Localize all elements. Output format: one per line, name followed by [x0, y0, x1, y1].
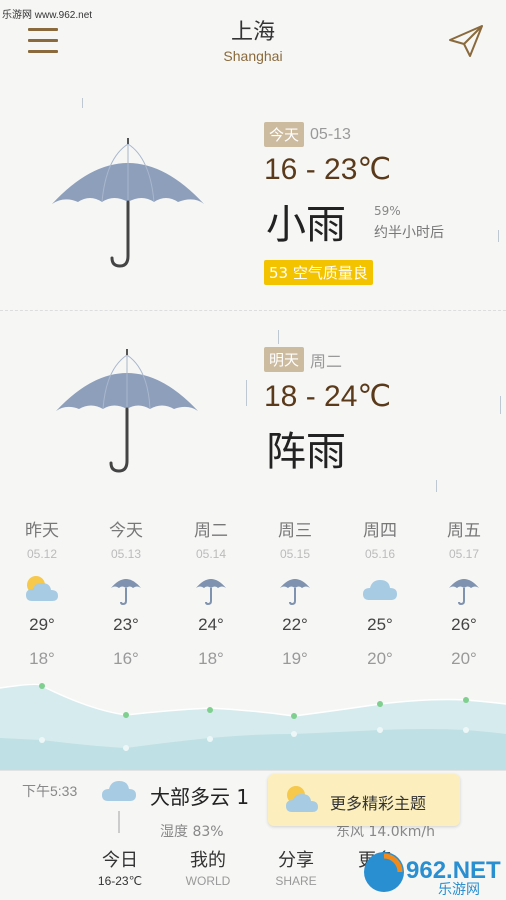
hourly-time: 下午5:33	[22, 783, 78, 799]
today-condition: 小雨	[266, 202, 346, 248]
temperature-wave	[0, 683, 506, 770]
forecast-high: 26°	[451, 615, 477, 634]
forecast-day-date: 05.15	[279, 547, 311, 561]
forecast-low: 18°	[29, 649, 55, 668]
umbrella-icon	[449, 579, 479, 606]
forecast-day[interactable]: 周二 05.14 24° 18°	[176, 516, 246, 669]
forecast-low: 18°	[198, 649, 224, 668]
rain-streak	[278, 330, 279, 344]
aqi-badge[interactable]: 53 空气质量良	[264, 260, 373, 285]
header: 上海 Shanghai	[0, 0, 506, 80]
partly-cloudy-icon	[26, 576, 58, 601]
tomorrow-card[interactable]: 明天 周二 18 - 24℃ 阵雨	[0, 310, 506, 510]
forecast-day[interactable]: 周三 05.15 22° 19°	[260, 516, 330, 669]
forecast-high: 25°	[367, 615, 393, 634]
nav-share[interactable]: 分享 SHARE	[256, 846, 336, 888]
nav-sublabel: SHARE	[275, 874, 317, 888]
forecast-day-name: 周二	[194, 521, 228, 541]
today-tag: 今天	[264, 122, 305, 147]
forecast-day-date: 05.14	[195, 547, 227, 561]
today-rain-time: 约半小时后	[374, 225, 444, 241]
umbrella-icon	[111, 579, 141, 606]
partly-cloudy-icon	[286, 786, 318, 812]
nav-label: 今日	[102, 850, 138, 871]
rain-streak	[82, 98, 83, 108]
more-themes-popup[interactable]: 更多精彩主题	[268, 774, 460, 826]
today-date: 05-13	[310, 125, 351, 143]
forecast-day-name: 周四	[363, 521, 397, 541]
nav-world[interactable]: 我的 WORLD	[168, 846, 248, 888]
forecast-day-date: 05.12	[26, 547, 58, 561]
forecast-day-name: 周三	[278, 521, 312, 541]
umbrella-icon	[52, 138, 204, 268]
tomorrow-weekday: 周二	[310, 353, 343, 371]
nav-today[interactable]: 今日 16-23℃	[80, 846, 160, 888]
forecast-low: 20°	[451, 649, 477, 668]
rain-streak	[436, 480, 437, 492]
forecast-high: 23°	[113, 615, 139, 634]
logo-sub: 乐游网	[438, 882, 480, 898]
tomorrow-condition: 阵雨	[266, 429, 346, 475]
umbrella-icon	[56, 349, 198, 473]
rain-streak	[246, 380, 247, 406]
tomorrow-tag: 明天	[264, 347, 305, 372]
tomorrow-temp: 18 - 24℃	[264, 380, 392, 413]
city-subtitle: Shanghai	[223, 48, 283, 64]
rain-streak	[498, 230, 499, 242]
more-themes-label: 更多精彩主题	[330, 794, 427, 813]
hourly-condition: 大部多云 1	[150, 785, 250, 809]
today-temp: 16 - 23℃	[264, 153, 392, 186]
forecast-high: 24°	[198, 615, 224, 634]
today-card[interactable]: 今天 05-13 16 - 23℃ 小雨 59% 约半小时后 53 空气质量良	[0, 96, 506, 306]
forecast-day-date: 05.17	[448, 547, 480, 561]
forecast-day-name: 昨天	[25, 521, 59, 541]
forecast-high: 22°	[282, 615, 308, 634]
logo-brand: 962.NET	[406, 857, 501, 884]
nav-sublabel: 16-23℃	[97, 874, 143, 888]
umbrella-icon	[196, 579, 226, 606]
umbrella-icon	[280, 579, 310, 606]
today-humidity: 59%	[374, 204, 401, 218]
forecast-day[interactable]: 周五 05.17 26° 20°	[429, 516, 499, 669]
site-logo: 962.NET 乐游网	[364, 852, 501, 898]
hourly-humidity: 湿度 83%	[160, 824, 224, 840]
forecast-day-name: 今天	[109, 521, 143, 541]
forecast-low: 20°	[367, 649, 393, 668]
forecast-day-name: 周五	[447, 521, 481, 541]
tomorrow-date-row: 明天 周二	[264, 347, 342, 372]
forecast-day[interactable]: 昨天 05.12 29° 18°	[7, 516, 77, 669]
today-date-row: 今天 05-13	[264, 122, 351, 147]
rain-streak	[500, 396, 501, 414]
forecast-low: 16°	[113, 649, 139, 668]
nav-sublabel: WORLD	[185, 874, 231, 888]
city-title: 上海	[230, 20, 275, 45]
forecast-low: 19°	[282, 649, 308, 668]
forecast-day-date: 05.16	[364, 547, 396, 561]
nav-label: 我的	[190, 850, 226, 871]
cloud-icon	[102, 781, 136, 801]
cloud-icon	[363, 580, 397, 600]
forecast-day-date: 05.13	[110, 547, 142, 561]
paper-plane-icon[interactable]	[448, 24, 484, 58]
forecast-day[interactable]: 今天 05.13 23° 16°	[91, 516, 161, 669]
forecast-day[interactable]: 周四 05.16 25° 20°	[345, 516, 415, 669]
forecast-high: 29°	[29, 615, 55, 634]
divider	[118, 811, 120, 833]
nav-label: 分享	[278, 850, 314, 871]
